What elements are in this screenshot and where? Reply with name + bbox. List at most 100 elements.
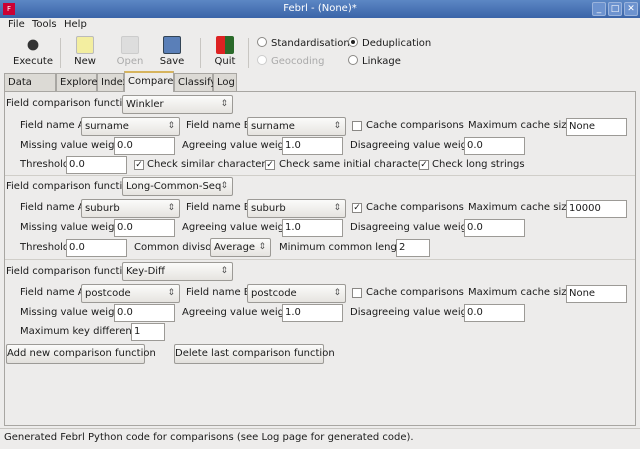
divisor-select[interactable]: Average ⇕	[210, 238, 271, 257]
agree-label: Agreeing value weight:	[182, 307, 298, 318]
gears-icon	[24, 36, 42, 54]
max-cache-input[interactable]: None	[566, 118, 627, 136]
menu-help[interactable]: Help	[64, 19, 87, 30]
agree-input[interactable]: 1.0	[282, 137, 343, 155]
max-cache-input[interactable]: 10000	[566, 200, 627, 218]
func-label: Field comparison function:	[6, 266, 139, 277]
field-a-value: surname	[85, 121, 129, 132]
maxkey-input[interactable]: 1	[131, 323, 165, 341]
save-button[interactable]: Save	[150, 36, 194, 67]
function-select[interactable]: Key-Diff ⇕	[122, 262, 233, 281]
field-a-label: Field name A:	[20, 120, 88, 131]
function-value: Winkler	[126, 99, 164, 110]
updown-icon: ⇕	[333, 288, 341, 298]
field-b-select[interactable]: surname ⇕	[247, 117, 346, 136]
radio-label: Linkage	[362, 56, 401, 67]
field-a-select[interactable]: surname ⇕	[81, 117, 180, 136]
execute-label: Execute	[13, 56, 53, 67]
field-b-label: Field name B:	[186, 287, 255, 298]
cache-label: Cache comparisons	[366, 202, 464, 213]
minlen-input[interactable]: 2	[396, 239, 430, 257]
field-b-select[interactable]: suburb ⇕	[247, 199, 346, 218]
missing-label: Missing value weight:	[20, 222, 129, 233]
delete-comparison-button[interactable]: Delete last comparison function	[174, 344, 335, 364]
function-select[interactable]: Winkler ⇕	[122, 95, 233, 114]
close-button[interactable]: ✕	[624, 2, 638, 16]
long-checkbox[interactable]: ✓	[419, 160, 429, 170]
disagree-input[interactable]: 0.0	[464, 219, 525, 237]
disagree-input[interactable]: 0.0	[464, 304, 525, 322]
quit-label: Quit	[214, 56, 236, 67]
field-b-value: postcode	[251, 288, 297, 299]
tab-index[interactable]: Index	[97, 73, 129, 91]
radio-label: Deduplication	[362, 38, 432, 49]
toolbar-separator	[248, 38, 249, 68]
radio-circle	[348, 37, 358, 47]
agree-input[interactable]: 1.0	[282, 219, 343, 237]
add-comparison-button[interactable]: Add new comparison function	[6, 344, 156, 364]
open-label: Open	[116, 56, 144, 67]
field-a-label: Field name A:	[20, 202, 88, 213]
func-label: Field comparison function:	[6, 181, 139, 192]
tab-classify[interactable]: Classify	[174, 73, 216, 91]
open-folder-icon	[121, 36, 139, 54]
open-button[interactable]: Open	[108, 36, 152, 67]
window-title: Febrl - (None)*	[283, 3, 357, 14]
max-cache-label: Maximum cache size:	[468, 202, 577, 213]
cache-checkbox[interactable]	[352, 121, 362, 131]
new-label: New	[74, 56, 96, 67]
max-cache-label: Maximum cache size:	[468, 287, 577, 298]
max-cache-input[interactable]: None	[566, 285, 627, 303]
updown-icon: ⇕	[333, 203, 341, 213]
execute-button[interactable]: Execute	[11, 36, 55, 67]
similar-checkbox[interactable]: ✓	[134, 160, 144, 170]
divisor-label: Common divisor:	[134, 242, 219, 253]
threshold-input[interactable]: 0.0	[66, 156, 127, 174]
quit-button[interactable]: Quit	[203, 36, 247, 67]
radio-linkage[interactable]: Linkage	[348, 55, 401, 67]
field-a-select[interactable]: suburb ⇕	[81, 199, 180, 218]
minimize-button[interactable]: _	[592, 2, 606, 16]
tab-explore[interactable]: Explore	[56, 73, 98, 91]
threshold-input[interactable]: 0.0	[66, 239, 127, 257]
field-b-value: surname	[251, 121, 295, 132]
missing-input[interactable]: 0.0	[114, 304, 175, 322]
disagree-label: Disagreeing value weight:	[350, 140, 481, 151]
tab-data[interactable]: Data	[4, 73, 56, 91]
updown-icon: ⇕	[167, 288, 175, 298]
radio-deduplication[interactable]: Deduplication	[348, 37, 431, 49]
cache-label: Cache comparisons	[366, 287, 464, 298]
minlen-label: Minimum common length:	[279, 242, 411, 253]
missing-input[interactable]: 0.0	[114, 137, 175, 155]
save-label: Save	[159, 56, 185, 67]
function-value: Long-Common-Seq	[126, 181, 222, 192]
missing-input[interactable]: 0.0	[114, 219, 175, 237]
field-b-select[interactable]: postcode ⇕	[247, 284, 346, 303]
disagree-label: Disagreeing value weight:	[350, 307, 481, 318]
tab-log[interactable]: Log	[213, 73, 237, 91]
status-separator	[0, 428, 640, 429]
cache-checkbox[interactable]	[352, 288, 362, 298]
menu-tools[interactable]: Tools	[32, 19, 57, 30]
menu-file[interactable]: File	[8, 19, 25, 30]
agree-input[interactable]: 1.0	[282, 304, 343, 322]
radio-geocoding[interactable]: Geocoding	[257, 55, 324, 67]
threshold-label: Threshold:	[20, 242, 73, 253]
function-select[interactable]: Long-Common-Seq ⇕	[122, 177, 233, 196]
updown-icon: ⇕	[258, 242, 266, 252]
updown-icon: ⇕	[220, 181, 228, 191]
radio-standardisation[interactable]: Standardisation	[257, 37, 350, 49]
field-a-value: suburb	[85, 203, 120, 214]
new-button[interactable]: New	[63, 36, 107, 67]
toolbar-separator	[60, 38, 61, 68]
tab-compare[interactable]: Compare	[124, 71, 174, 92]
threshold-label: Threshold:	[20, 159, 73, 170]
field-a-select[interactable]: postcode ⇕	[81, 284, 180, 303]
radio-circle	[257, 37, 267, 47]
initial-checkbox[interactable]: ✓	[265, 160, 275, 170]
field-a-value: postcode	[85, 288, 131, 299]
missing-label: Missing value weight:	[20, 307, 129, 318]
maximize-button[interactable]: □	[608, 2, 622, 16]
cache-checkbox[interactable]: ✓	[352, 203, 362, 213]
disagree-input[interactable]: 0.0	[464, 137, 525, 155]
